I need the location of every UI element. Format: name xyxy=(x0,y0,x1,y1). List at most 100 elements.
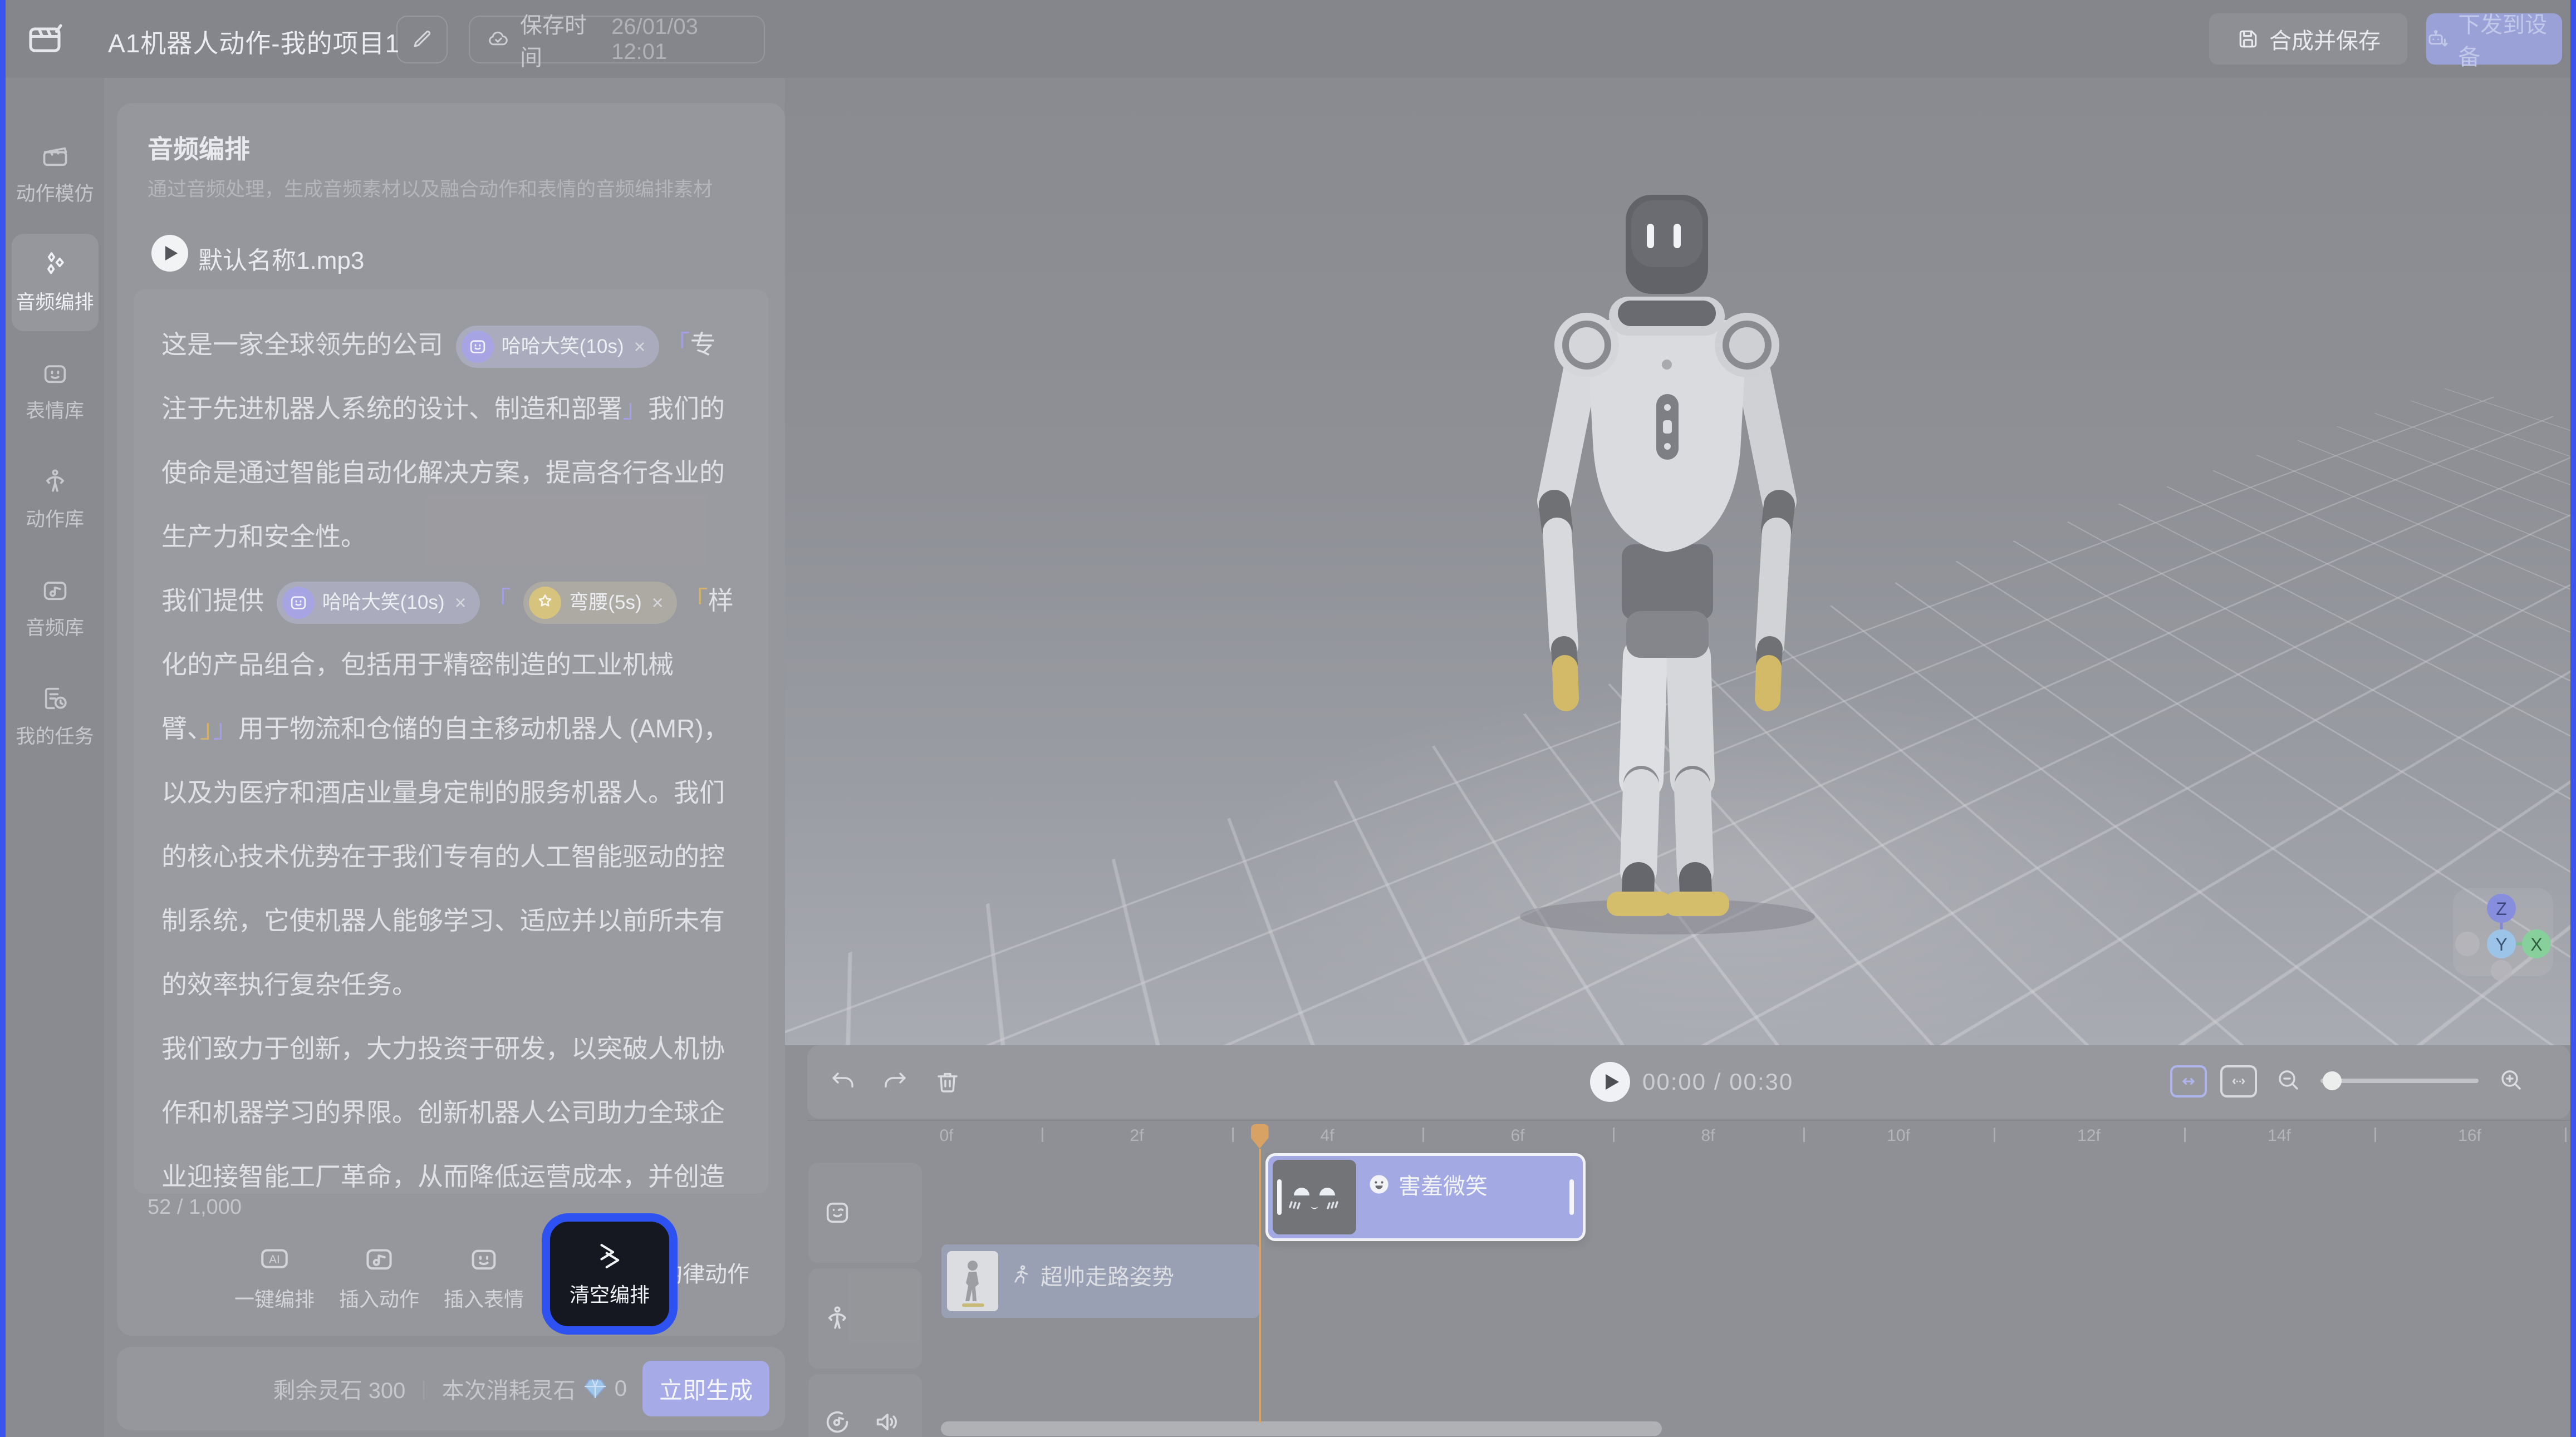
fit-icon xyxy=(2227,1070,2250,1093)
tag-bracket: 」 xyxy=(622,394,648,423)
clip-label: 超帅走路姿势 xyxy=(1009,1259,1174,1291)
fit-view-button[interactable] xyxy=(2220,1065,2257,1098)
gem-icon xyxy=(582,1376,608,1401)
runner-icon xyxy=(1009,1263,1033,1287)
synthesize-save-button[interactable]: 合成并保存 xyxy=(2209,13,2407,65)
person-track-icon[interactable] xyxy=(823,1304,852,1333)
zoom-in-icon[interactable] xyxy=(2498,1066,2524,1093)
ruler-label: 4f xyxy=(1320,1126,1334,1145)
axis-y-label: Y xyxy=(2495,934,2507,954)
deploy-to-device-button[interactable]: 下发到设备 xyxy=(2426,13,2562,65)
expression-tag-circle xyxy=(462,331,494,363)
ruler-label: 2f xyxy=(1130,1126,1144,1145)
top-bar: A1机器人动作-我的项目1 保存时间 26/01/03 12:01 合成并保存 … xyxy=(0,0,2576,78)
delete-audio-icon[interactable] xyxy=(703,238,728,264)
tag-bracket: 」 xyxy=(213,714,238,743)
ruler-tick xyxy=(1994,1128,1995,1142)
face-track-icon[interactable] xyxy=(823,1198,852,1227)
ruler-label: 6f xyxy=(1510,1126,1524,1145)
timeline-play-button[interactable] xyxy=(1590,1062,1630,1102)
undo-icon[interactable] xyxy=(830,1069,856,1095)
clear-arrange-button-highlighted[interactable]: 清空编排 xyxy=(542,1213,678,1335)
sidebar-item-音频编排[interactable]: 音频编排 xyxy=(12,234,99,331)
track-header-audio-track[interactable] xyxy=(808,1374,922,1437)
panel-subtitle: 通过音频处理，生成音频素材以及融合动作和表情的音频编排素材 xyxy=(148,174,713,202)
ruler-tick xyxy=(1042,1128,1043,1142)
track-header-expression-track[interactable] xyxy=(808,1163,922,1263)
toolbar-button-1[interactable]: 插入动作 xyxy=(330,1230,428,1325)
tag-remove-icon[interactable]: × xyxy=(455,570,467,634)
sidebar-item-我的任务[interactable]: 我的任务 xyxy=(12,668,99,765)
ruler-label: 12f xyxy=(2077,1126,2101,1145)
zoom-out-icon[interactable] xyxy=(2275,1066,2302,1093)
play-triangle-icon xyxy=(165,246,178,260)
sidebar-item-label: 表情库 xyxy=(26,395,84,424)
playhead[interactable] xyxy=(1251,1124,1269,1149)
timeline-ruler[interactable]: 0f2f4f6f8f10f12f14f16f xyxy=(807,1120,2570,1149)
timeline-clip-超帅走路姿势[interactable]: 超帅走路姿势 xyxy=(941,1244,1259,1318)
expression-tag[interactable]: 哈哈大笑(10s) × xyxy=(456,326,659,368)
3d-viewport[interactable]: Z Y X xyxy=(785,78,2576,1045)
timeline-controls: 00:00 / 00:30 xyxy=(807,1045,2570,1119)
snap-toggle[interactable] xyxy=(2170,1065,2207,1098)
save-time-box: 保存时间 26/01/03 12:01 xyxy=(469,16,765,63)
tag-bracket: 「 xyxy=(485,586,511,615)
audio-file-name: 默认名称1.mp3 xyxy=(198,240,364,276)
face-badge-icon xyxy=(1367,1173,1391,1196)
playhead-marker-icon[interactable] xyxy=(1251,1124,1269,1149)
clip-trim-handle-right[interactable] xyxy=(1569,1179,1574,1215)
axis-neg-z-dot[interactable] xyxy=(2491,960,2512,981)
ruler-label: 0f xyxy=(939,1126,953,1145)
panel-title: 音频编排 xyxy=(148,129,250,166)
snap-icon xyxy=(2176,1069,2201,1094)
insert-action-icon xyxy=(363,1242,395,1274)
redo-icon[interactable] xyxy=(882,1069,909,1095)
toolbar-button-0[interactable]: AI 一键编排 xyxy=(225,1230,323,1325)
clip-thumbnail xyxy=(947,1251,998,1314)
track-header-action-track[interactable] xyxy=(808,1268,922,1369)
axis-gizmo[interactable]: Z Y X xyxy=(2449,886,2560,981)
sidebar-item-label: 动作库 xyxy=(26,504,84,532)
toolbar-button-2[interactable]: 插入表情 xyxy=(435,1230,533,1325)
expression-tag[interactable]: 哈哈大笑(10s) × xyxy=(277,582,480,624)
audio-arrange-icon xyxy=(41,250,70,279)
insert-expression-icon xyxy=(468,1242,500,1274)
ruler-tick xyxy=(2184,1128,2186,1142)
history-controls xyxy=(807,1069,961,1095)
sidebar-item-表情库[interactable]: 表情库 xyxy=(12,342,99,440)
clip-trim-handle-left[interactable] xyxy=(1277,1179,1282,1215)
rename-project-button[interactable] xyxy=(396,16,448,63)
sidebar-item-音频库[interactable]: 音频库 xyxy=(12,559,99,657)
ruler-label: 8f xyxy=(1701,1126,1715,1145)
char-counter: 52 / 1,000 xyxy=(148,1195,242,1219)
slider-knob[interactable] xyxy=(2323,1071,2342,1090)
speaker-track-icon[interactable] xyxy=(873,1408,902,1436)
toolbar-button-label: 插入动作 xyxy=(339,1283,419,1312)
disc-track-icon[interactable] xyxy=(823,1408,852,1436)
audio-arrange-panel: 音频编排 通过音频处理，生成音频素材以及融合动作和表情的音频编排素材 默认名称1… xyxy=(117,103,785,1336)
tag-remove-icon[interactable]: × xyxy=(652,570,664,634)
tag-label: 哈哈大笑(10s) xyxy=(502,314,624,378)
time-display: 00:00 / 00:30 xyxy=(1642,1069,1793,1095)
timeline-clip-害羞微笑[interactable]: 害羞微笑 xyxy=(1265,1153,1586,1241)
trash-icon[interactable] xyxy=(934,1069,961,1095)
audio-play-button[interactable] xyxy=(151,235,188,272)
generate-now-button[interactable]: 立即生成 xyxy=(642,1361,769,1416)
timeline-scrollbar[interactable] xyxy=(941,1421,1662,1436)
timeline-zoom-slider[interactable] xyxy=(2320,1079,2479,1083)
axis-neg-x-dot[interactable] xyxy=(2455,932,2480,956)
synthesize-save-label: 合成并保存 xyxy=(2269,23,2381,55)
sidebar-item-动作模仿[interactable]: 动作模仿 xyxy=(12,125,99,223)
sidebar-item-动作库[interactable]: 动作库 xyxy=(12,451,99,548)
save-time-label: 保存时间 xyxy=(520,7,601,72)
ruler-label: 16f xyxy=(2458,1126,2481,1145)
tag-label: 哈哈大笑(10s) xyxy=(322,570,445,634)
svg-text:AI: AI xyxy=(269,1253,279,1266)
sidebar-item-label: 音频库 xyxy=(26,612,84,641)
ruler-tick xyxy=(1422,1128,1424,1142)
pencil-icon xyxy=(410,27,434,52)
script-editor[interactable]: 这是一家全球领先的公司 哈哈大笑(10s) × 「专注于先进机器人系统的设计、制… xyxy=(134,289,768,1194)
cloud-save-icon xyxy=(487,27,510,52)
action-tag[interactable]: 弯腰(5s) × xyxy=(523,582,676,624)
tag-remove-icon[interactable]: × xyxy=(634,314,646,378)
